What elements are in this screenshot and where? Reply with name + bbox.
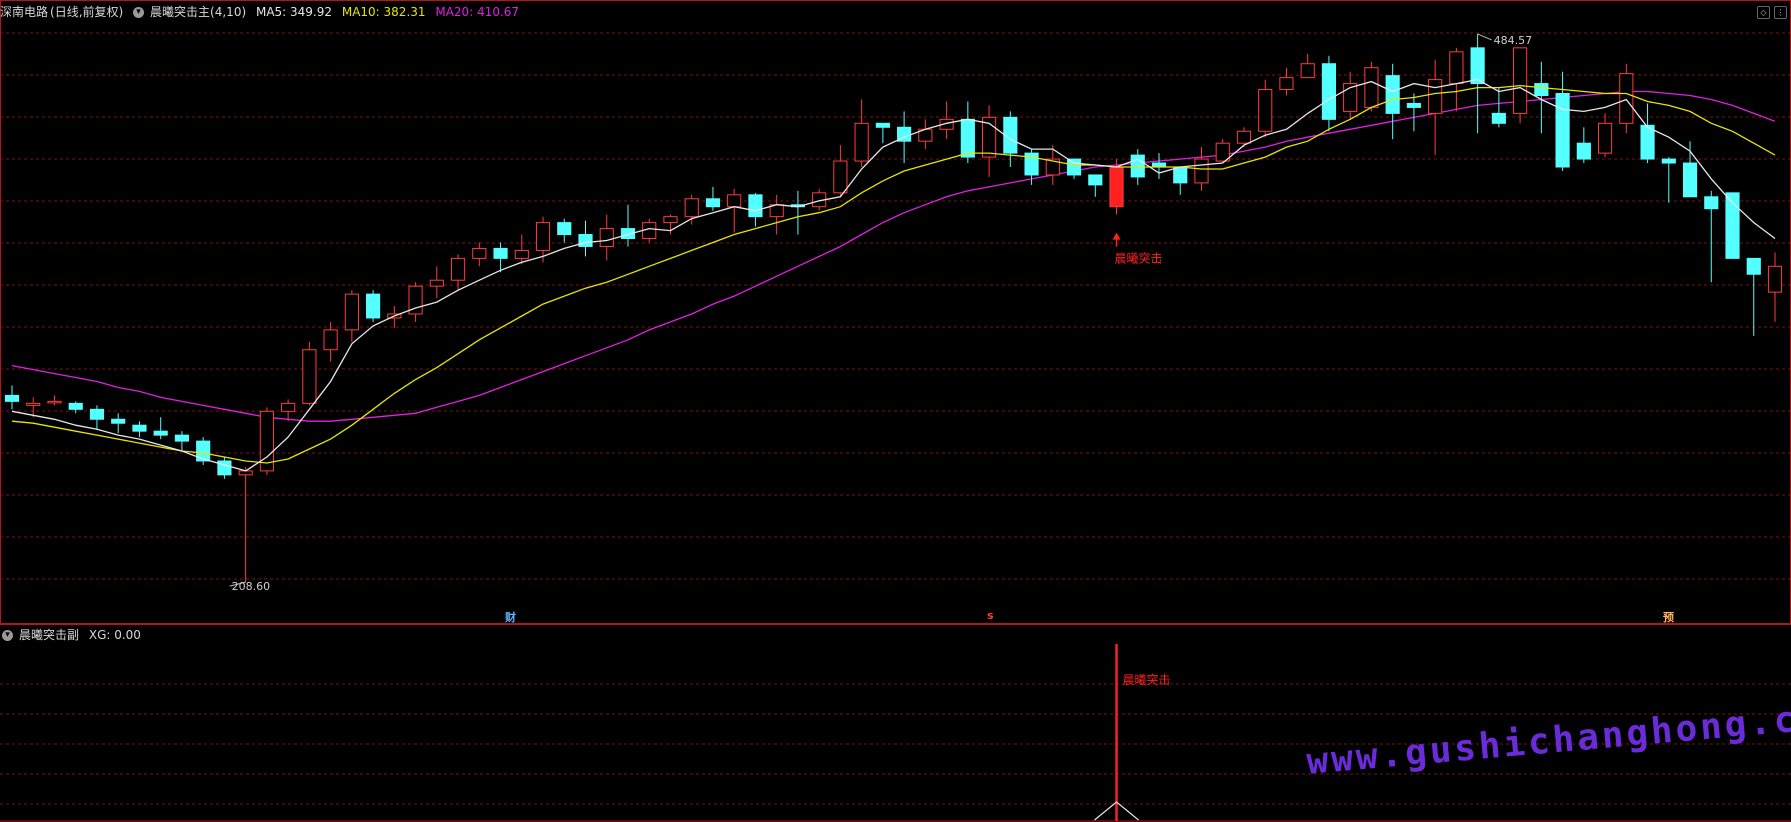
candle-body [196, 440, 211, 462]
candle-body [1236, 130, 1252, 144]
candle-body [1194, 158, 1209, 184]
candle-body [1640, 124, 1655, 160]
candle-body [1066, 158, 1082, 176]
candle-body [1300, 63, 1315, 79]
candle-body [344, 293, 359, 331]
candle-body [1597, 122, 1613, 154]
candle-body [642, 222, 657, 240]
candle-body [493, 247, 508, 259]
candle-body [1746, 257, 1761, 275]
candle-body [1555, 93, 1570, 168]
candle-body [1449, 51, 1464, 85]
candle-body [833, 160, 848, 194]
candle-body [535, 222, 551, 251]
candlestick-series [4, 33, 1783, 583]
candle-body [26, 402, 41, 406]
candle-body [174, 434, 190, 442]
candle-body [1321, 63, 1337, 120]
candle-body [4, 394, 20, 402]
period-label[interactable]: (日线,前复权) [50, 5, 123, 19]
candle-body [599, 228, 614, 247]
candle-body [111, 418, 126, 424]
candle-body [89, 408, 105, 420]
candle-body [705, 198, 721, 208]
candle-body [47, 400, 62, 404]
high-price-label: 484.57 [1494, 34, 1533, 47]
candle-body [1661, 158, 1676, 164]
indicator-params: (4,10) [210, 5, 247, 19]
finance-marker[interactable]: 财 [505, 609, 516, 625]
candle-body [1470, 47, 1485, 85]
candle-body [557, 222, 572, 236]
main-header: 深南电路 (日线,前复权) ▾ 晨曦突击主(4,10) MA5: 349.92 MA… [0, 2, 525, 22]
indicator-name[interactable]: 晨曦突击主 [150, 5, 210, 19]
candle-body [514, 249, 529, 259]
signal-label-sub: 晨曦突击 [1123, 672, 1171, 687]
candle-body [429, 279, 444, 287]
candle-body [960, 118, 975, 158]
candle-body [1173, 166, 1188, 184]
candle-body [281, 402, 296, 412]
candle-body [1364, 67, 1379, 108]
chevron-down-icon[interactable]: ▾ [2, 630, 13, 641]
candle-body [450, 257, 466, 281]
candle-body [854, 122, 869, 162]
candle-body [68, 402, 83, 410]
candle-body [302, 349, 317, 404]
candle-body [1385, 75, 1400, 114]
candle-body [727, 194, 742, 208]
candle-body [1258, 89, 1273, 132]
candle-body [132, 424, 147, 432]
ma20-line [11, 90, 1776, 422]
candle-body [684, 198, 699, 218]
candle-body [578, 234, 593, 247]
candle-body [1682, 162, 1698, 198]
main-price-chart[interactable]: 484.57 208.60 晨曦突击 [0, 0, 1791, 624]
candle-body [1576, 142, 1591, 160]
candle-body [153, 430, 168, 436]
candle-body [1704, 196, 1719, 210]
s-marker[interactable]: s [987, 609, 994, 622]
candle-body [1130, 154, 1145, 178]
signal-candle [1109, 166, 1124, 208]
high-pointer [1477, 33, 1492, 41]
ma10-label: MA10: 382.31 [341, 5, 426, 19]
ma5-label: MA5: 349.92 [255, 5, 333, 19]
candle-body [1767, 265, 1783, 293]
candle-body [323, 329, 338, 351]
signal-label-main: 晨曦突击 [1115, 251, 1163, 266]
candle-body [1279, 77, 1294, 91]
candle-body [663, 216, 678, 224]
corner-controls: ◇ ⋮ [1753, 4, 1787, 19]
chevron-down-icon[interactable]: ▾ [133, 7, 145, 18]
collapse-icon[interactable]: ◇ [1757, 6, 1770, 19]
signal-arrow-icon [1112, 232, 1121, 240]
sub-header: ▾ 晨曦突击副 XG: 0.00 [0, 625, 147, 645]
sub-indicator-name[interactable]: 晨曦突击副 [19, 628, 79, 642]
candle-body [1513, 47, 1528, 114]
ma20-label: MA20: 410.67 [435, 5, 520, 19]
candle-body [1428, 79, 1443, 114]
xg-label: XG: 0.00 [88, 628, 141, 642]
candle-body [1534, 83, 1549, 97]
candle-body [472, 247, 487, 259]
candle-body [1491, 112, 1506, 124]
candle-body [1406, 102, 1421, 108]
candle-body [875, 122, 890, 128]
candle-body [1619, 73, 1634, 124]
stock-name[interactable]: 深南电路 [0, 5, 48, 19]
candle-body [748, 194, 763, 218]
candle-body [1088, 174, 1103, 186]
low-price-label: 208.60 [232, 580, 271, 593]
ma5-line [11, 78, 1776, 472]
forecast-marker[interactable]: 预 [1663, 609, 1674, 625]
settings-icon[interactable]: ⋮ [1774, 6, 1787, 19]
candle-body [366, 293, 381, 319]
